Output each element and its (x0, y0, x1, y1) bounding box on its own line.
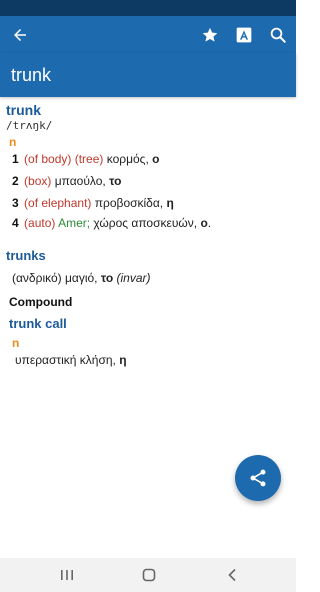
sense-number: 3 (12, 196, 19, 210)
compound-part-of-speech: n (12, 336, 20, 350)
status-bar (0, 0, 296, 16)
nav-back-icon[interactable] (217, 558, 247, 592)
font-size-icon[interactable] (230, 16, 258, 53)
sense-translation: μπαούλο, (51, 174, 110, 188)
system-nav-bar (0, 558, 296, 592)
sense-item: 2 (box) μπαούλο, το (12, 174, 121, 188)
sense-number: 1 (12, 152, 19, 166)
sense-item: 4 (auto) Amer; χώρος αποσκευών, ο. (12, 216, 211, 230)
compound-headword: trunk call (9, 316, 67, 331)
sense-label: (auto) (24, 216, 56, 230)
recent-apps-icon[interactable] (52, 558, 82, 592)
sense-item: 3 (of elephant) προβοσκίδα, η (12, 196, 174, 210)
plural-gender: το (100, 271, 114, 285)
search-icon[interactable] (264, 16, 292, 53)
sense-number: 4 (12, 216, 19, 230)
share-button[interactable] (235, 455, 281, 501)
share-icon (250, 469, 266, 487)
plural-headword: trunks (6, 248, 46, 263)
sense-translation: χώρος αποσκευών, (90, 216, 201, 230)
star-icon[interactable] (196, 16, 224, 53)
sense-translation: προβοσκίδα, (91, 196, 167, 210)
part-of-speech: n (9, 135, 17, 149)
compound-heading: Compound (9, 295, 73, 309)
compound-gender: η (119, 353, 127, 367)
pronunciation: /trʌŋk/ (6, 119, 53, 132)
title-bar: trunk (0, 53, 296, 97)
sense-gender: το (109, 174, 122, 188)
sense-label: (box) (24, 174, 52, 188)
app-bar (0, 16, 296, 53)
sense-gender: ο (152, 152, 160, 166)
home-icon[interactable] (134, 558, 164, 592)
headword: trunk (6, 102, 41, 118)
sense-number: 2 (12, 174, 19, 188)
page-title: trunk (11, 65, 52, 85)
sense-label: (of elephant) (24, 196, 92, 210)
compound-translation: υπεραστική κλήση, (15, 353, 120, 367)
sense-item: 1 (of body) (tree) κορμός, ο (12, 152, 159, 166)
sense-translation: κορμός, (103, 152, 153, 166)
sense-note: . (207, 216, 212, 230)
plural-note: (invar) (113, 271, 151, 285)
compound-sense: υπεραστική κλήση, η (15, 353, 127, 367)
arrow-left-icon[interactable] (6, 16, 34, 53)
plural-translation: (ανδρικό) μαγιό, (12, 271, 101, 285)
sense-register: Amer; (55, 216, 91, 230)
plural-sense: (ανδρικό) μαγιό, το (invar) (12, 271, 151, 285)
sense-gender: ο (200, 216, 208, 230)
sense-gender: η (166, 196, 174, 210)
sense-label: (of body) (tree) (24, 152, 104, 166)
